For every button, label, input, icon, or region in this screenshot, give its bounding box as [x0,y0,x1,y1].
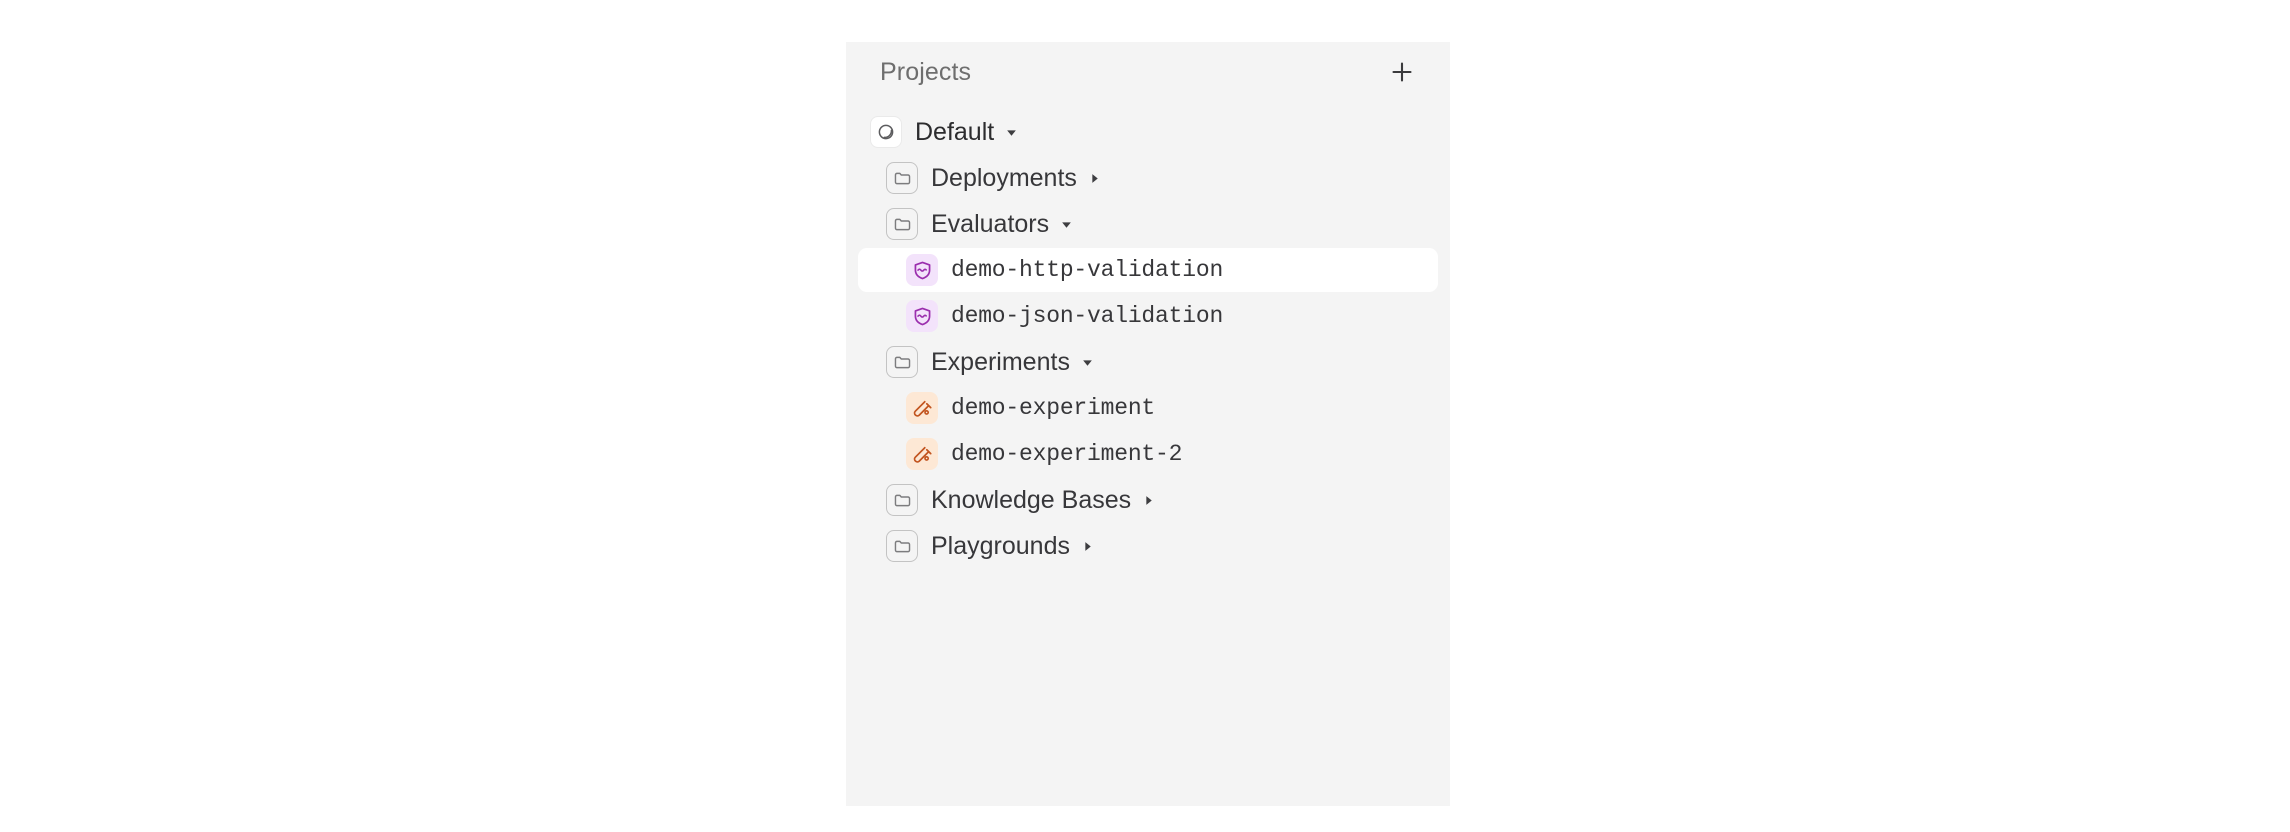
shield-evaluator-icon [906,300,938,332]
tree-item-evaluators[interactable]: Evaluators [858,202,1438,246]
tree-item-label: Knowledge Bases [931,486,1131,515]
tree-item-label: Evaluators [931,210,1049,239]
projects-panel: Projects Default Deployments Evaluators dem… [846,42,1450,806]
tree-item-experiments[interactable]: Experiments [858,340,1438,384]
tree-item-label: Default [915,118,994,147]
folder-icon [886,530,918,562]
chevron-right-icon[interactable] [1088,172,1101,185]
folder-icon [886,346,918,378]
shield-evaluator-icon [906,254,938,286]
chevron-down-icon[interactable] [1060,218,1073,231]
tree-item-label: Playgrounds [931,532,1070,561]
tree-item-default[interactable]: Default [858,110,1438,154]
tree-item-label: Deployments [931,164,1077,193]
tree-item-label: demo-json-validation [951,303,1223,329]
tree-item-demo-experiment-2[interactable]: demo-experiment-2 [858,432,1438,476]
tree-item-label: demo-experiment [951,395,1155,421]
test-tube-icon [906,392,938,424]
tree-item-label: demo-experiment-2 [951,441,1182,467]
chevron-down-icon[interactable] [1005,126,1018,139]
tree-item-label: Experiments [931,348,1070,377]
chevron-down-icon[interactable] [1081,356,1094,369]
folder-icon [886,208,918,240]
project-orbit-icon [870,116,902,148]
tree-item-demo-http-validation[interactable]: demo-http-validation [858,248,1438,292]
tree-item-knowledge-bases[interactable]: Knowledge Bases [858,478,1438,522]
chevron-right-icon[interactable] [1142,494,1155,507]
projects-panel-header: Projects [846,42,1450,102]
app-canvas: Projects Default Deployments Evaluators dem… [0,0,2290,832]
tree-item-demo-json-validation[interactable]: demo-json-validation [858,294,1438,338]
add-project-button[interactable] [1382,52,1422,92]
test-tube-icon [906,438,938,470]
projects-tree: Default Deployments Evaluators demo-http-va… [846,102,1450,568]
tree-item-playgrounds[interactable]: Playgrounds [858,524,1438,568]
tree-item-demo-experiment[interactable]: demo-experiment [858,386,1438,430]
folder-icon [886,484,918,516]
plus-icon [1389,59,1415,85]
folder-icon [886,162,918,194]
tree-item-label: demo-http-validation [951,257,1223,283]
chevron-right-icon[interactable] [1081,540,1094,553]
tree-item-deployments[interactable]: Deployments [858,156,1438,200]
page-title: Projects [880,58,971,87]
